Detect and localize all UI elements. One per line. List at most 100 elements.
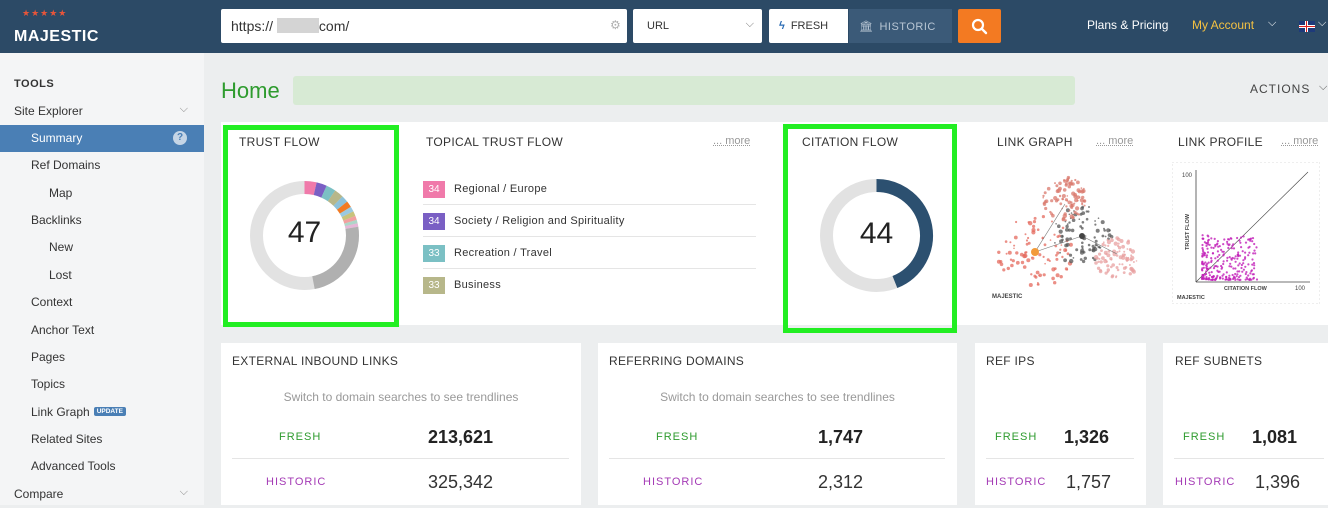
sidebar-item-summary[interactable]: Summary ? (0, 125, 204, 152)
trendline-note: Switch to domain searches to see trendli… (598, 390, 957, 404)
list-item[interactable]: 33 Recreation / Travel (423, 237, 756, 269)
link-graph-label: LINK GRAPH (997, 135, 1073, 149)
majestic-logo[interactable]: ★★★★★ MAJESTIC (10, 6, 100, 48)
fresh-value[interactable]: 1,747 (818, 427, 863, 448)
chevron-down-icon[interactable]: ⌵ (1319, 81, 1327, 94)
chevron-down-icon: ⌵ (180, 486, 188, 499)
link-graph-thumbnail[interactable]: MAJESTIC (987, 164, 1147, 304)
url-prefix: https:// (231, 18, 273, 34)
fresh-label: FRESH (656, 431, 698, 443)
sidebar-item-label: Lost (49, 268, 72, 282)
sidebar-item-ref-domains[interactable]: Ref Domains (0, 152, 204, 179)
link-profile-thumbnail[interactable]: 100 100 CITATION FLOW TRUST FLOW MAJESTI… (1172, 162, 1320, 304)
sidebar-item-label: Ref Domains (31, 158, 100, 172)
referring-domains-card: REFERRING DOMAINS Switch to domain searc… (598, 343, 957, 505)
plans-pricing-link[interactable]: Plans & Pricing (1087, 18, 1168, 32)
card-title: REF IPS (986, 354, 1035, 368)
list-item[interactable]: 34 Society / Religion and Spirituality (423, 205, 756, 237)
card-title: REF SUBNETS (1175, 354, 1262, 368)
sidebar-item-pages[interactable]: Pages (0, 344, 204, 371)
fresh-value[interactable]: 1,326 (1064, 427, 1109, 448)
fresh-value[interactable]: 1,081 (1252, 427, 1297, 448)
actions-menu-button[interactable]: ACTIONS (1250, 82, 1310, 96)
link-profile-x-label: CITATION FLOW (1224, 286, 1268, 292)
link-profile-y-max: 100 (1182, 173, 1193, 179)
sidebar-item-label: Compare (14, 487, 63, 501)
sidebar-item-related-sites[interactable]: Related Sites (0, 426, 204, 453)
sidebar-item-compare[interactable]: Compare ⌵ (0, 481, 204, 508)
link-graph-logo: MAJESTIC (992, 294, 1023, 300)
chevron-down-icon: ⌵ (746, 18, 754, 31)
search-button[interactable] (958, 9, 1001, 43)
sidebar-item-advanced-tools[interactable]: Advanced Tools (0, 453, 204, 480)
sidebar-item-label: Related Sites (31, 432, 102, 446)
top-bar: ★★★★★ MAJESTIC https:// .com/ ⚙ URL ⌵ ϟ FR… (0, 0, 1328, 53)
sidebar-item-label: New (49, 240, 73, 254)
sidebar-item-backlinks[interactable]: Backlinks (0, 207, 204, 234)
list-item[interactable]: 33 Business (423, 269, 756, 301)
sidebar-item-map[interactable]: Map (0, 180, 204, 207)
card-title: EXTERNAL INBOUND LINKS (232, 354, 398, 368)
ref-subnets-card: REF SUBNETS FRESH 1,081 HISTORIC 1,396 (1163, 343, 1328, 505)
link-profile-more-link[interactable]: ... more (1281, 135, 1318, 147)
page-title: Home (221, 78, 280, 104)
sidebar-item-new[interactable]: New (0, 234, 204, 261)
divider (232, 458, 569, 459)
topic-name: Society / Religion and Spirituality (454, 215, 625, 227)
chevron-down-icon[interactable]: ⌵ (1268, 17, 1276, 30)
logo-text: MAJESTIC (14, 28, 99, 46)
ref-ips-card: REF IPS FRESH 1,326 HISTORIC 1,757 (975, 343, 1146, 505)
url-redacted-blur (277, 18, 319, 33)
divider (986, 458, 1134, 459)
sidebar-item-label: Advanced Tools (31, 459, 116, 473)
sidebar-item-label: Context (31, 295, 72, 309)
search-icon (971, 18, 988, 35)
link-profile-x-max: 100 (1295, 286, 1306, 292)
sidebar-item-topics[interactable]: Topics (0, 371, 204, 398)
fresh-label: FRESH (279, 431, 321, 443)
search-mode-select[interactable]: URL ⌵ (633, 9, 762, 43)
divider (609, 458, 945, 459)
sidebar-item-anchor-text[interactable]: Anchor Text (0, 317, 204, 344)
topic-score-badge: 34 (423, 213, 445, 230)
trust-flow-highlight (223, 125, 399, 327)
historic-label: HISTORIC (1175, 476, 1235, 488)
fresh-index-button[interactable]: ϟ FRESH (769, 9, 848, 43)
historic-value[interactable]: 1,396 (1255, 472, 1300, 493)
chevron-down-icon[interactable]: ⌵ (1318, 17, 1326, 30)
historic-value[interactable]: 325,342 (428, 472, 493, 493)
sidebar-item-context[interactable]: Context (0, 289, 204, 316)
fresh-label: FRESH (995, 431, 1037, 443)
topical-trust-flow-label: TOPICAL TRUST FLOW (426, 135, 563, 149)
historic-label: HISTORIC (643, 476, 703, 488)
url-suffix: .com/ (315, 18, 349, 34)
chevron-down-icon: ⌵ (180, 103, 188, 116)
fresh-value[interactable]: 213,621 (428, 427, 493, 448)
list-item[interactable]: 34 Regional / Europe (423, 173, 756, 205)
sidebar-item-site-explorer[interactable]: Site Explorer ⌵ (0, 98, 204, 125)
sidebar-item-label: Site Explorer (14, 104, 83, 118)
topic-name: Regional / Europe (454, 183, 547, 195)
link-profile-y-label: TRUST FLOW (1185, 213, 1191, 250)
topic-name: Recreation / Travel (454, 247, 552, 259)
fresh-label: FRESH (791, 20, 828, 32)
help-icon[interactable]: ? (173, 131, 187, 145)
sidebar-item-label: Backlinks (31, 213, 82, 227)
my-account-link[interactable]: My Account (1192, 18, 1254, 32)
page-title-redacted-blur (293, 76, 1075, 105)
uk-flag-icon[interactable] (1299, 21, 1315, 32)
link-profile-logo: MAJESTIC (1177, 295, 1205, 301)
historic-value[interactable]: 1,757 (1066, 472, 1111, 493)
sidebar-heading: TOOLS (14, 78, 54, 90)
sidebar-item-label: Pages (31, 350, 65, 364)
fresh-label: FRESH (1183, 431, 1225, 443)
link-graph-more-link[interactable]: ... more (1096, 135, 1133, 147)
topical-trust-flow-more-link[interactable]: ... more (713, 135, 750, 147)
gear-icon[interactable]: ⚙ (610, 18, 621, 32)
sidebar-item-lost[interactable]: Lost (0, 262, 204, 289)
historic-value[interactable]: 2,312 (818, 472, 863, 493)
historic-index-button[interactable]: 🏛 HISTORIC (849, 9, 952, 43)
topic-score-badge: 34 (423, 181, 445, 198)
topic-name: Business (454, 279, 501, 291)
sidebar-item-link-graph[interactable]: Link Graph UPDATE (0, 399, 204, 426)
